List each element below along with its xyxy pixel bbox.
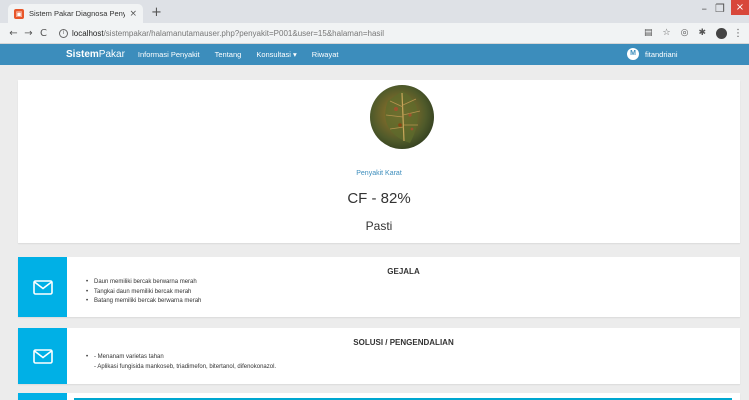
cf-value: CF - 82% (347, 190, 411, 207)
address-bar[interactable]: i localhost/sistempakar/halamanutamauser… (59, 25, 634, 42)
info-icon[interactable]: i (59, 28, 68, 38)
disease-image (370, 85, 434, 149)
browser-toolbar: ← → C i localhost/sistempakar/halamanuta… (0, 23, 749, 44)
nav-informasi-penyakit[interactable]: Informasi Penyakit (138, 50, 200, 59)
back-arrow-icon[interactable]: ← (6, 28, 21, 39)
symptoms-title: GEJALA (387, 267, 420, 276)
favicon-icon: ▣ (14, 8, 24, 19)
profile-icon[interactable] (716, 27, 727, 39)
minimize-button[interactable]: – (702, 2, 708, 15)
symptoms-box: GEJALA Daun memiliki bercak berwarna mer… (18, 257, 740, 317)
symptoms-list: Daun memiliki bercak berwarna merah Tang… (86, 278, 201, 307)
new-tab-button[interactable]: + (151, 5, 162, 20)
result-card: Penyakit Karat CF - 82% Pasti (18, 80, 740, 243)
close-window-button[interactable]: × (731, 0, 749, 15)
user-name: fitandriani (645, 49, 678, 59)
nav-konsultasi-dropdown[interactable]: Konsultasi ▾ (256, 50, 296, 59)
box-icon (18, 393, 67, 400)
forward-arrow-icon[interactable]: → (21, 28, 36, 39)
solution-list: - Menanam varietas tahan - Aplikasi fung… (86, 353, 277, 372)
list-item: Batang memiliki bercak berwarna merah (86, 297, 201, 307)
menu-kebab-icon[interactable]: ⋮ (733, 28, 743, 39)
list-item: - Menanam varietas tahan (86, 353, 276, 363)
extension-icon[interactable]: ◎ (681, 28, 689, 38)
translate-icon[interactable]: ▤ (644, 28, 653, 38)
bookmark-star-icon[interactable]: ☆ (663, 28, 671, 38)
nav-tentang[interactable]: Tentang (215, 50, 242, 59)
browser-tab[interactable]: ▣ Sistem Pakar Diagnosa Penyakit × (8, 4, 143, 23)
maximize-button[interactable]: ❐ (715, 2, 725, 15)
tab-title: Sistem Pakar Diagnosa Penyakit (29, 9, 126, 18)
avatar: M (627, 48, 639, 60)
user-menu[interactable]: M fitandriani (627, 48, 678, 60)
list-item: Daun memiliki bercak berwarna merah (86, 278, 201, 288)
list-item: Tangkai daun memiliki bercak merah (86, 288, 201, 298)
app-navbar: SistemPakar Informasi Penyakit Tentang K… (0, 44, 749, 65)
certainty-label: Pasti (365, 219, 393, 233)
nav-riwayat[interactable]: Riwayat (312, 50, 339, 59)
envelope-icon (18, 328, 67, 384)
brand-logo[interactable]: SistemPakar (66, 49, 125, 60)
main-content: Penyakit Karat CF - 82% Pasti GEJALA Dau… (18, 80, 740, 400)
envelope-icon (18, 257, 67, 317)
tab-close-icon[interactable]: × (129, 9, 137, 19)
browser-tabstrip: ▣ Sistem Pakar Diagnosa Penyakit × + – ❐… (0, 0, 749, 23)
reload-icon[interactable]: C (36, 28, 51, 39)
disease-name-link[interactable]: Penyakit Karat (18, 170, 740, 177)
list-item: - Aplikasi fungisida mankoseb, triadimef… (94, 363, 277, 370)
url-text[interactable]: localhost/sistempakar/halamanutamauser.p… (72, 29, 384, 38)
next-box (18, 393, 740, 400)
solution-box: SOLUSI / PENGENDALIAN - Menanam varietas… (18, 328, 740, 384)
puzzle-icon[interactable]: ✱ (698, 28, 706, 38)
solution-title: SOLUSI / PENGENDALIAN (353, 338, 454, 347)
